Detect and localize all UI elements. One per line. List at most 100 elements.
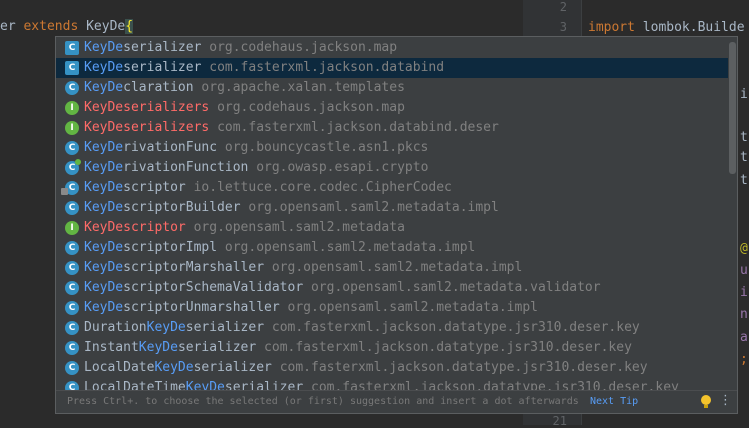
- package-name: org.bouncycastle.asn1.pkcs: [224, 140, 429, 155]
- class-name-rest: rivationFunction: [123, 160, 249, 175]
- completion-item[interactable]: C KeyDescriptorUnmarshaller org.opensaml.…: [56, 298, 728, 318]
- completion-item[interactable]: I KeyDeserializers com.fasterxml.jackson.…: [56, 118, 728, 138]
- package-name: org.opensaml.saml2.metadata.impl: [271, 260, 523, 275]
- package-name: com.fasterxml.jackson.databind: [209, 60, 445, 75]
- class-name-rest: rivationFunc: [123, 140, 218, 155]
- completion-item[interactable]: C KeyDescriptor io.lettuce.core.codec.Cip…: [56, 178, 728, 198]
- completion-item[interactable]: I KeyDescriptor org.opensaml.saml2.metada…: [56, 218, 728, 238]
- code-fragment: n: [740, 307, 748, 322]
- class-icon: C: [65, 321, 79, 335]
- class-name-rest: scriptorSchemaValidator: [123, 280, 304, 295]
- class-name-rest: scriptor: [123, 180, 186, 195]
- completion-list[interactable]: C KeyDeserializer org.codehaus.jackson.ma…: [56, 38, 728, 390]
- code-fragment: i: [740, 285, 748, 300]
- completion-item[interactable]: C LocalDateTimeKeyDeserializer com.faster…: [56, 378, 728, 390]
- completion-item[interactable]: I KeyDeserializers org.codehaus.jackson.m…: [56, 98, 728, 118]
- matched-text: KeyDe: [84, 140, 124, 155]
- matched-text: KeyDe: [84, 100, 124, 115]
- class-icon: C: [65, 201, 79, 215]
- import-path: lombok.Builde: [634, 20, 745, 35]
- interface-icon: I: [65, 121, 79, 135]
- code-fragment: t: [740, 173, 748, 188]
- completion-item[interactable]: C KeyDescriptorBuilder org.opensaml.saml2…: [56, 198, 728, 218]
- completion-item-text: KeyDescriptorBuilder org.opensaml.saml2.…: [84, 198, 499, 218]
- class-name-prefix: LocalDate: [84, 360, 155, 375]
- matched-text: KeyDe: [84, 200, 124, 215]
- completion-item[interactable]: C KeyDescriptorSchemaValidator org.opensa…: [56, 278, 728, 298]
- more-options-icon[interactable]: ⋮: [719, 393, 732, 408]
- package-name: com.fasterxml.jackson.datatype.jsr310.de…: [279, 360, 648, 375]
- class-name-rest: serializer: [123, 40, 202, 55]
- class-name-rest: serializers: [123, 100, 210, 115]
- package-name: org.opensaml.saml2.metadata.validator: [310, 280, 601, 295]
- completion-item[interactable]: C InstantKeyDeserializer com.fasterxml.ja…: [56, 338, 728, 358]
- class-icon: C: [65, 159, 81, 175]
- class-name-rest: scriptorMarshaller: [123, 260, 265, 275]
- interface-icon: I: [65, 221, 79, 235]
- completion-item[interactable]: C KeyDescriptorMarshaller org.opensaml.sa…: [56, 258, 728, 278]
- package-name: com.fasterxml.jackson.datatype.jsr310.de…: [311, 380, 679, 390]
- code-completion-popup[interactable]: C KeyDeserializer org.codehaus.jackson.ma…: [55, 36, 738, 414]
- completion-item[interactable]: C KeyDescriptorImpl org.opensaml.saml2.me…: [56, 238, 728, 258]
- extends-keyword: extends: [23, 19, 79, 34]
- package-name: org.codehaus.jackson.map: [217, 100, 405, 115]
- completion-item-text: KeyDeserializer com.fasterxml.jackson.da…: [84, 58, 444, 78]
- footer-tip-text: Press Ctrl+. to choose the selected (or …: [67, 396, 579, 407]
- matched-text: KeyDe: [84, 300, 124, 315]
- completion-item-text: KeyDescriptorSchemaValidator org.opensam…: [84, 278, 601, 298]
- class-name-rest: scriptorBuilder: [123, 200, 241, 215]
- lightbulb-icon[interactable]: [701, 395, 711, 408]
- completion-scrollbar[interactable]: [728, 38, 737, 390]
- code-fragment: ic: [740, 87, 749, 102]
- package-name: io.lettuce.core.codec.CipherCodec: [193, 180, 452, 195]
- class-icon: C: [65, 361, 79, 375]
- next-tip-link[interactable]: Next Tip: [590, 396, 638, 407]
- completion-item[interactable]: C LocalDateKeyDeserializer com.fasterxml.…: [56, 358, 728, 378]
- completion-footer: Press Ctrl+. to choose the selected (or …: [56, 390, 737, 413]
- matched-text: KeyDe: [84, 240, 124, 255]
- class-icon: C: [61, 181, 79, 195]
- code-fragment: t: [740, 130, 748, 145]
- completion-item[interactable]: C KeyDerivationFunc org.bouncycastle.asn1…: [56, 138, 728, 158]
- open-brace: {: [125, 19, 134, 34]
- class-name-rest: scriptorUnmarshaller: [123, 300, 280, 315]
- package-name: com.fasterxml.jackson.databind.deser: [217, 120, 499, 135]
- package-name: org.apache.xalan.templates: [201, 80, 405, 95]
- completion-item[interactable]: C KeyDeserializer org.codehaus.jackson.ma…: [56, 38, 728, 58]
- code-line-class-declaration[interactable]: er extends KeyDe{: [0, 17, 134, 37]
- class-icon: C: [65, 41, 79, 55]
- completion-item-text: KeyDescriptorUnmarshaller org.opensaml.s…: [84, 298, 538, 318]
- completion-item[interactable]: C KeyDeclaration org.apache.xalan.templat…: [56, 78, 728, 98]
- class-name-rest: serializers: [123, 120, 210, 135]
- class-name-rest: serializer: [193, 360, 272, 375]
- import-line: import lombok.Builde: [588, 20, 745, 35]
- scrollbar-thumb[interactable]: [729, 42, 736, 174]
- completion-item-text: DurationKeyDeserializer com.fasterxml.ja…: [84, 318, 640, 338]
- matched-text: KeyDe: [84, 260, 124, 275]
- class-name-rest: scriptorImpl: [123, 240, 218, 255]
- completion-item-text: KeyDeserializers com.fasterxml.jackson.d…: [84, 118, 499, 138]
- class-name-rest: serializer: [177, 340, 257, 355]
- matched-text: KeyDe: [84, 160, 124, 175]
- matched-text: KeyDe: [84, 120, 124, 135]
- class-icon: C: [65, 381, 79, 390]
- class-icon: C: [65, 301, 79, 315]
- matched-text: KeyDe: [84, 60, 124, 75]
- matched-text: KeyDe: [146, 320, 186, 335]
- matched-text: KeyDe: [84, 280, 124, 295]
- completion-item[interactable]: C KeyDerivationFunction org.owasp.esapi.c…: [56, 158, 728, 178]
- completion-item-text: KeyDeclaration org.apache.xalan.template…: [84, 78, 405, 98]
- completion-item[interactable]: C KeyDeserializer com.fasterxml.jackson.d…: [56, 58, 728, 78]
- package-name: org.owasp.esapi.crypto: [256, 160, 429, 175]
- package-name: org.codehaus.jackson.map: [209, 40, 398, 55]
- completion-item[interactable]: C DurationKeyDeserializer com.fasterxml.j…: [56, 318, 728, 338]
- package-name: org.opensaml.saml2.metadata: [193, 220, 405, 235]
- completion-item-text: KeyDeserializer org.codehaus.jackson.map: [84, 38, 397, 58]
- code-fragment: t: [740, 150, 748, 165]
- class-icon: C: [65, 341, 79, 355]
- completion-item-text: LocalDateKeyDeserializer com.fasterxml.j…: [84, 358, 648, 378]
- completion-item-text: InstantKeyDeserializer com.fasterxml.jac…: [84, 338, 632, 358]
- class-icon: C: [65, 141, 79, 155]
- code-fragment: @: [740, 241, 748, 256]
- class-icon: C: [65, 261, 79, 275]
